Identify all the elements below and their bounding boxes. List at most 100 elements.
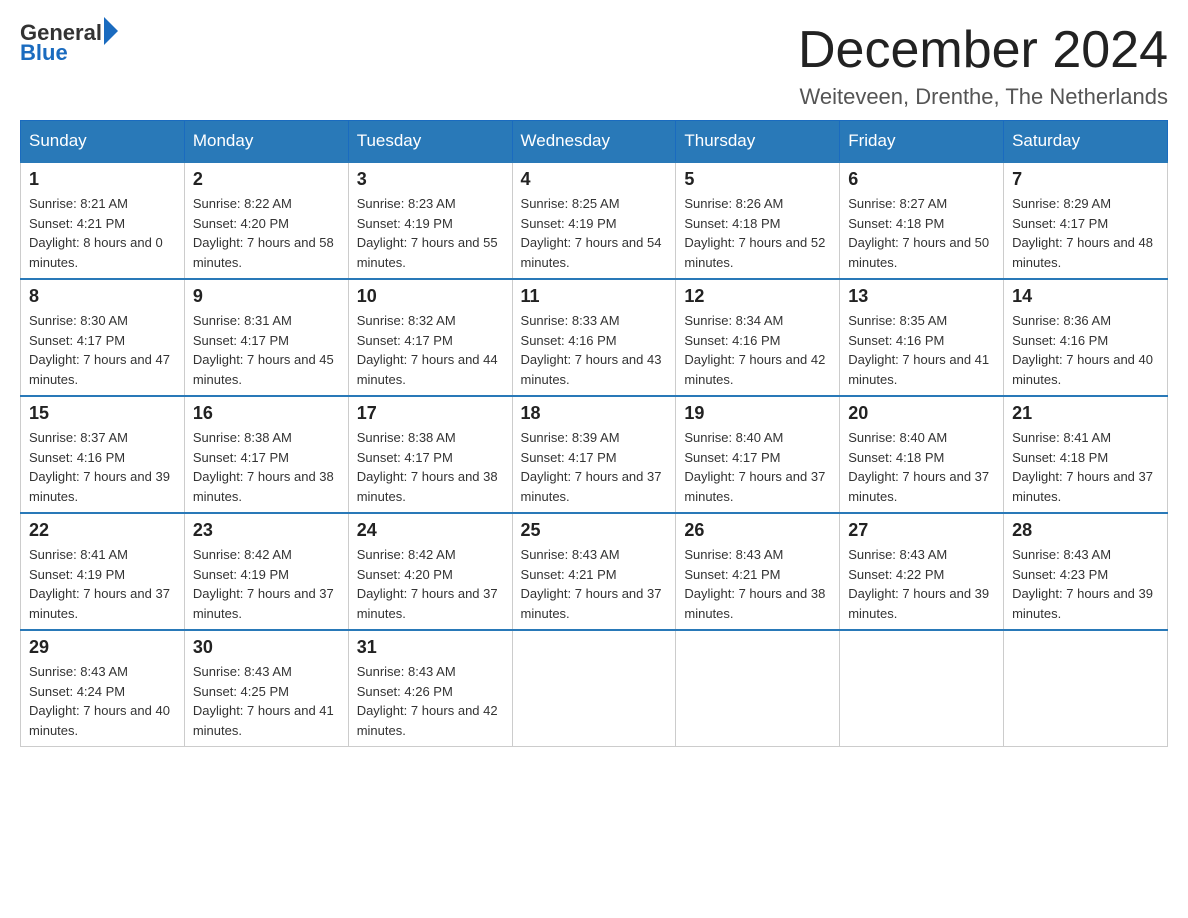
day-info: Sunrise: 8:29 AMSunset: 4:17 PMDaylight:… <box>1012 194 1159 272</box>
calendar-cell: 5 Sunrise: 8:26 AMSunset: 4:18 PMDayligh… <box>676 162 840 279</box>
col-monday: Monday <box>184 121 348 163</box>
calendar-cell: 28 Sunrise: 8:43 AMSunset: 4:23 PMDaylig… <box>1004 513 1168 630</box>
calendar-cell: 6 Sunrise: 8:27 AMSunset: 4:18 PMDayligh… <box>840 162 1004 279</box>
calendar-cell: 1 Sunrise: 8:21 AMSunset: 4:21 PMDayligh… <box>21 162 185 279</box>
day-number: 31 <box>357 637 504 658</box>
day-number: 19 <box>684 403 831 424</box>
calendar-cell: 7 Sunrise: 8:29 AMSunset: 4:17 PMDayligh… <box>1004 162 1168 279</box>
col-saturday: Saturday <box>1004 121 1168 163</box>
calendar-cell: 31 Sunrise: 8:43 AMSunset: 4:26 PMDaylig… <box>348 630 512 747</box>
calendar-cell: 21 Sunrise: 8:41 AMSunset: 4:18 PMDaylig… <box>1004 396 1168 513</box>
week-row-5: 29 Sunrise: 8:43 AMSunset: 4:24 PMDaylig… <box>21 630 1168 747</box>
day-number: 2 <box>193 169 340 190</box>
calendar-cell <box>512 630 676 747</box>
calendar-cell: 20 Sunrise: 8:40 AMSunset: 4:18 PMDaylig… <box>840 396 1004 513</box>
day-info: Sunrise: 8:43 AMSunset: 4:21 PMDaylight:… <box>521 545 668 623</box>
day-number: 4 <box>521 169 668 190</box>
day-info: Sunrise: 8:43 AMSunset: 4:22 PMDaylight:… <box>848 545 995 623</box>
day-info: Sunrise: 8:38 AMSunset: 4:17 PMDaylight:… <box>193 428 340 506</box>
day-info: Sunrise: 8:23 AMSunset: 4:19 PMDaylight:… <box>357 194 504 272</box>
day-number: 23 <box>193 520 340 541</box>
calendar-cell: 30 Sunrise: 8:43 AMSunset: 4:25 PMDaylig… <box>184 630 348 747</box>
calendar-cell <box>676 630 840 747</box>
calendar-cell: 12 Sunrise: 8:34 AMSunset: 4:16 PMDaylig… <box>676 279 840 396</box>
day-number: 12 <box>684 286 831 307</box>
calendar-cell: 15 Sunrise: 8:37 AMSunset: 4:16 PMDaylig… <box>21 396 185 513</box>
day-number: 15 <box>29 403 176 424</box>
day-info: Sunrise: 8:38 AMSunset: 4:17 PMDaylight:… <box>357 428 504 506</box>
day-info: Sunrise: 8:37 AMSunset: 4:16 PMDaylight:… <box>29 428 176 506</box>
col-wednesday: Wednesday <box>512 121 676 163</box>
page-header: General Blue December 2024 Weiteveen, Dr… <box>20 20 1168 110</box>
week-row-3: 15 Sunrise: 8:37 AMSunset: 4:16 PMDaylig… <box>21 396 1168 513</box>
day-number: 26 <box>684 520 831 541</box>
day-number: 16 <box>193 403 340 424</box>
day-info: Sunrise: 8:42 AMSunset: 4:20 PMDaylight:… <box>357 545 504 623</box>
calendar-cell: 13 Sunrise: 8:35 AMSunset: 4:16 PMDaylig… <box>840 279 1004 396</box>
calendar-cell <box>1004 630 1168 747</box>
title-section: December 2024 Weiteveen, Drenthe, The Ne… <box>798 20 1168 110</box>
day-number: 10 <box>357 286 504 307</box>
calendar-cell: 11 Sunrise: 8:33 AMSunset: 4:16 PMDaylig… <box>512 279 676 396</box>
day-number: 3 <box>357 169 504 190</box>
calendar-cell: 3 Sunrise: 8:23 AMSunset: 4:19 PMDayligh… <box>348 162 512 279</box>
day-info: Sunrise: 8:22 AMSunset: 4:20 PMDaylight:… <box>193 194 340 272</box>
day-info: Sunrise: 8:43 AMSunset: 4:24 PMDaylight:… <box>29 662 176 740</box>
logo: General Blue <box>20 20 118 66</box>
day-number: 13 <box>848 286 995 307</box>
day-info: Sunrise: 8:27 AMSunset: 4:18 PMDaylight:… <box>848 194 995 272</box>
day-number: 18 <box>521 403 668 424</box>
location-subtitle: Weiteveen, Drenthe, The Netherlands <box>798 84 1168 110</box>
day-number: 25 <box>521 520 668 541</box>
day-info: Sunrise: 8:21 AMSunset: 4:21 PMDaylight:… <box>29 194 176 272</box>
day-number: 14 <box>1012 286 1159 307</box>
calendar-cell: 25 Sunrise: 8:43 AMSunset: 4:21 PMDaylig… <box>512 513 676 630</box>
calendar-cell: 10 Sunrise: 8:32 AMSunset: 4:17 PMDaylig… <box>348 279 512 396</box>
day-number: 20 <box>848 403 995 424</box>
day-number: 21 <box>1012 403 1159 424</box>
calendar-cell: 16 Sunrise: 8:38 AMSunset: 4:17 PMDaylig… <box>184 396 348 513</box>
week-row-2: 8 Sunrise: 8:30 AMSunset: 4:17 PMDayligh… <box>21 279 1168 396</box>
day-number: 30 <box>193 637 340 658</box>
day-info: Sunrise: 8:34 AMSunset: 4:16 PMDaylight:… <box>684 311 831 389</box>
day-number: 28 <box>1012 520 1159 541</box>
day-number: 22 <box>29 520 176 541</box>
calendar-cell: 17 Sunrise: 8:38 AMSunset: 4:17 PMDaylig… <box>348 396 512 513</box>
day-info: Sunrise: 8:41 AMSunset: 4:18 PMDaylight:… <box>1012 428 1159 506</box>
calendar-cell: 22 Sunrise: 8:41 AMSunset: 4:19 PMDaylig… <box>21 513 185 630</box>
day-info: Sunrise: 8:39 AMSunset: 4:17 PMDaylight:… <box>521 428 668 506</box>
month-year-title: December 2024 <box>798 20 1168 80</box>
day-info: Sunrise: 8:35 AMSunset: 4:16 PMDaylight:… <box>848 311 995 389</box>
day-info: Sunrise: 8:26 AMSunset: 4:18 PMDaylight:… <box>684 194 831 272</box>
calendar-cell: 9 Sunrise: 8:31 AMSunset: 4:17 PMDayligh… <box>184 279 348 396</box>
calendar-header-row: Sunday Monday Tuesday Wednesday Thursday… <box>21 121 1168 163</box>
week-row-1: 1 Sunrise: 8:21 AMSunset: 4:21 PMDayligh… <box>21 162 1168 279</box>
day-info: Sunrise: 8:43 AMSunset: 4:21 PMDaylight:… <box>684 545 831 623</box>
calendar-cell: 8 Sunrise: 8:30 AMSunset: 4:17 PMDayligh… <box>21 279 185 396</box>
calendar-table: Sunday Monday Tuesday Wednesday Thursday… <box>20 120 1168 747</box>
logo-triangle-icon <box>104 17 118 45</box>
day-number: 29 <box>29 637 176 658</box>
day-number: 1 <box>29 169 176 190</box>
day-number: 5 <box>684 169 831 190</box>
day-info: Sunrise: 8:41 AMSunset: 4:19 PMDaylight:… <box>29 545 176 623</box>
calendar-cell: 18 Sunrise: 8:39 AMSunset: 4:17 PMDaylig… <box>512 396 676 513</box>
day-info: Sunrise: 8:40 AMSunset: 4:18 PMDaylight:… <box>848 428 995 506</box>
calendar-cell: 26 Sunrise: 8:43 AMSunset: 4:21 PMDaylig… <box>676 513 840 630</box>
calendar-cell: 29 Sunrise: 8:43 AMSunset: 4:24 PMDaylig… <box>21 630 185 747</box>
day-info: Sunrise: 8:43 AMSunset: 4:26 PMDaylight:… <box>357 662 504 740</box>
day-number: 7 <box>1012 169 1159 190</box>
day-info: Sunrise: 8:36 AMSunset: 4:16 PMDaylight:… <box>1012 311 1159 389</box>
calendar-cell <box>840 630 1004 747</box>
day-info: Sunrise: 8:42 AMSunset: 4:19 PMDaylight:… <box>193 545 340 623</box>
calendar-cell: 23 Sunrise: 8:42 AMSunset: 4:19 PMDaylig… <box>184 513 348 630</box>
calendar-cell: 4 Sunrise: 8:25 AMSunset: 4:19 PMDayligh… <box>512 162 676 279</box>
col-friday: Friday <box>840 121 1004 163</box>
calendar-cell: 27 Sunrise: 8:43 AMSunset: 4:22 PMDaylig… <box>840 513 1004 630</box>
day-info: Sunrise: 8:43 AMSunset: 4:25 PMDaylight:… <box>193 662 340 740</box>
calendar-cell: 14 Sunrise: 8:36 AMSunset: 4:16 PMDaylig… <box>1004 279 1168 396</box>
day-info: Sunrise: 8:43 AMSunset: 4:23 PMDaylight:… <box>1012 545 1159 623</box>
calendar-cell: 2 Sunrise: 8:22 AMSunset: 4:20 PMDayligh… <box>184 162 348 279</box>
day-number: 6 <box>848 169 995 190</box>
calendar-cell: 19 Sunrise: 8:40 AMSunset: 4:17 PMDaylig… <box>676 396 840 513</box>
